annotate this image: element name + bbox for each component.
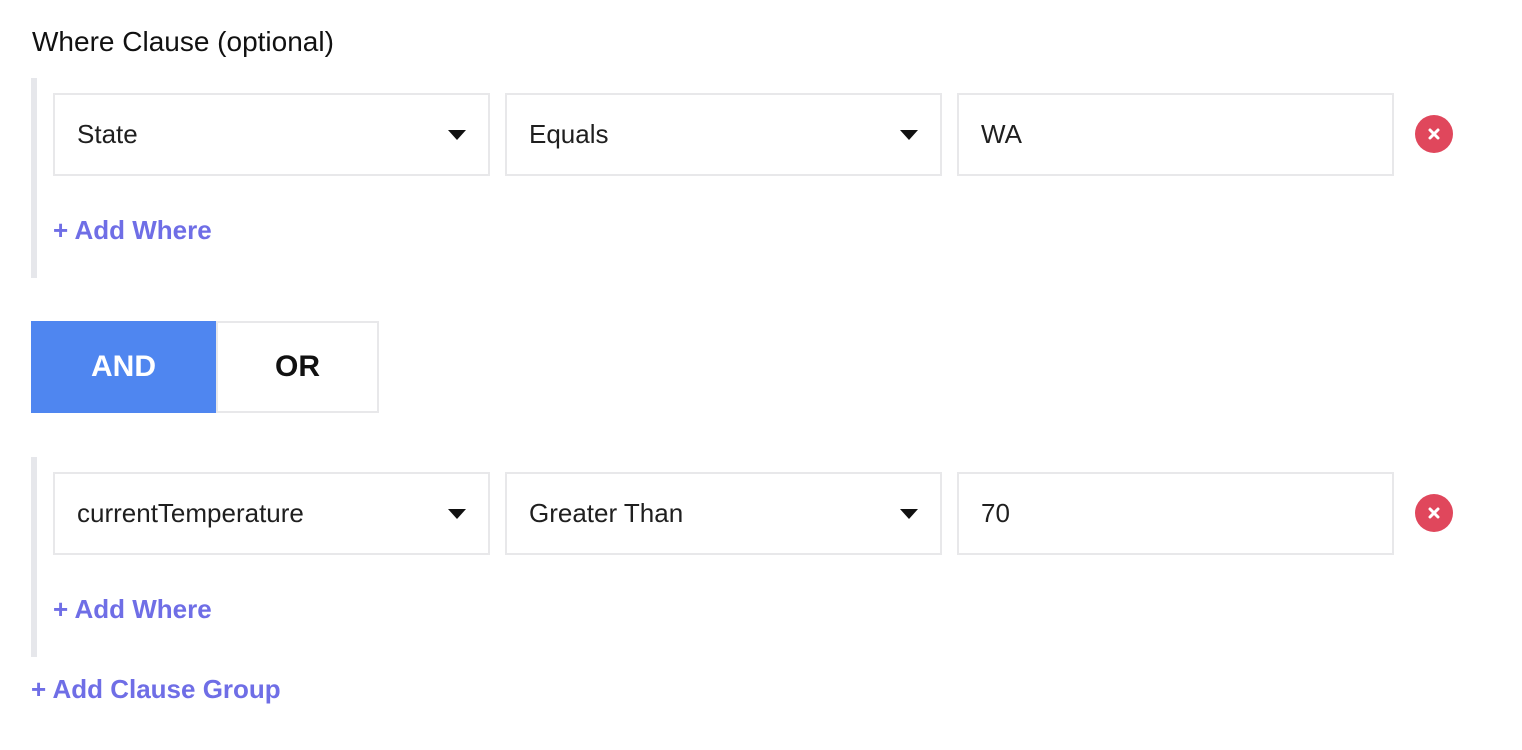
operator-select[interactable]: Equals: [505, 93, 942, 176]
add-clause-group-link[interactable]: + Add Clause Group: [31, 674, 281, 705]
field-select[interactable]: currentTemperature: [53, 472, 490, 555]
where-row: State Equals WA: [53, 93, 1473, 176]
add-where-link[interactable]: + Add Where: [53, 215, 212, 246]
caret-down-icon: [448, 508, 466, 519]
logic-toggle: AND OR: [31, 321, 379, 413]
add-where-link[interactable]: + Add Where: [53, 594, 212, 625]
operator-select-value: Greater Than: [529, 498, 684, 528]
clause-group: currentTemperature Greater Than 70 + Add…: [31, 457, 1491, 657]
where-row: currentTemperature Greater Than 70: [53, 472, 1473, 555]
clause-group: State Equals WA + Add Where: [31, 78, 1491, 278]
remove-where-button[interactable]: [1415, 494, 1453, 532]
caret-down-icon: [448, 129, 466, 140]
field-select-value: State: [77, 119, 138, 149]
value-input-text: WA: [981, 119, 1022, 149]
caret-down-icon: [900, 508, 918, 519]
value-input[interactable]: 70: [957, 472, 1394, 555]
caret-down-icon: [900, 129, 918, 140]
field-select-value: currentTemperature: [77, 498, 304, 528]
section-title: Where Clause (optional): [32, 26, 334, 57]
and-button[interactable]: AND: [31, 321, 216, 413]
field-select[interactable]: State: [53, 93, 490, 176]
operator-select-value: Equals: [529, 119, 609, 149]
value-input[interactable]: WA: [957, 93, 1394, 176]
remove-where-button[interactable]: [1415, 115, 1453, 153]
close-icon: [1428, 128, 1440, 140]
or-button[interactable]: OR: [216, 321, 379, 413]
value-input-text: 70: [981, 498, 1010, 528]
operator-select[interactable]: Greater Than: [505, 472, 942, 555]
close-icon: [1428, 507, 1440, 519]
